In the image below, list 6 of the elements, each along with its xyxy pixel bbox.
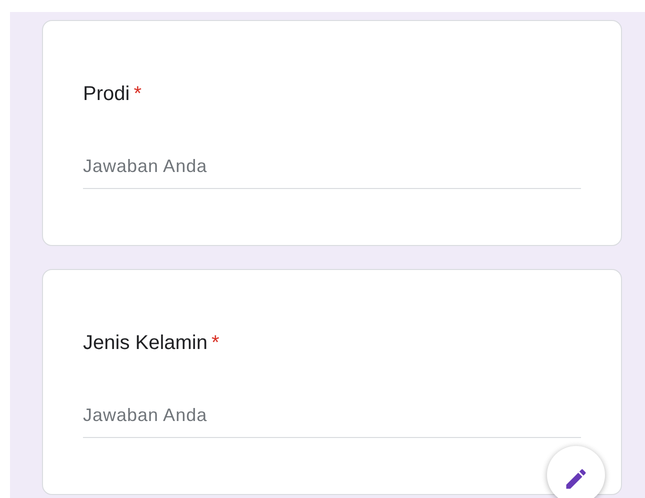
- question-title: Jenis Kelamin: [83, 331, 208, 356]
- answer-field[interactable]: Jawaban Anda: [83, 153, 581, 189]
- answer-field[interactable]: Jawaban Anda: [83, 402, 581, 438]
- question-title: Prodi: [83, 82, 130, 107]
- required-mark: *: [212, 331, 220, 356]
- required-mark: *: [134, 82, 142, 107]
